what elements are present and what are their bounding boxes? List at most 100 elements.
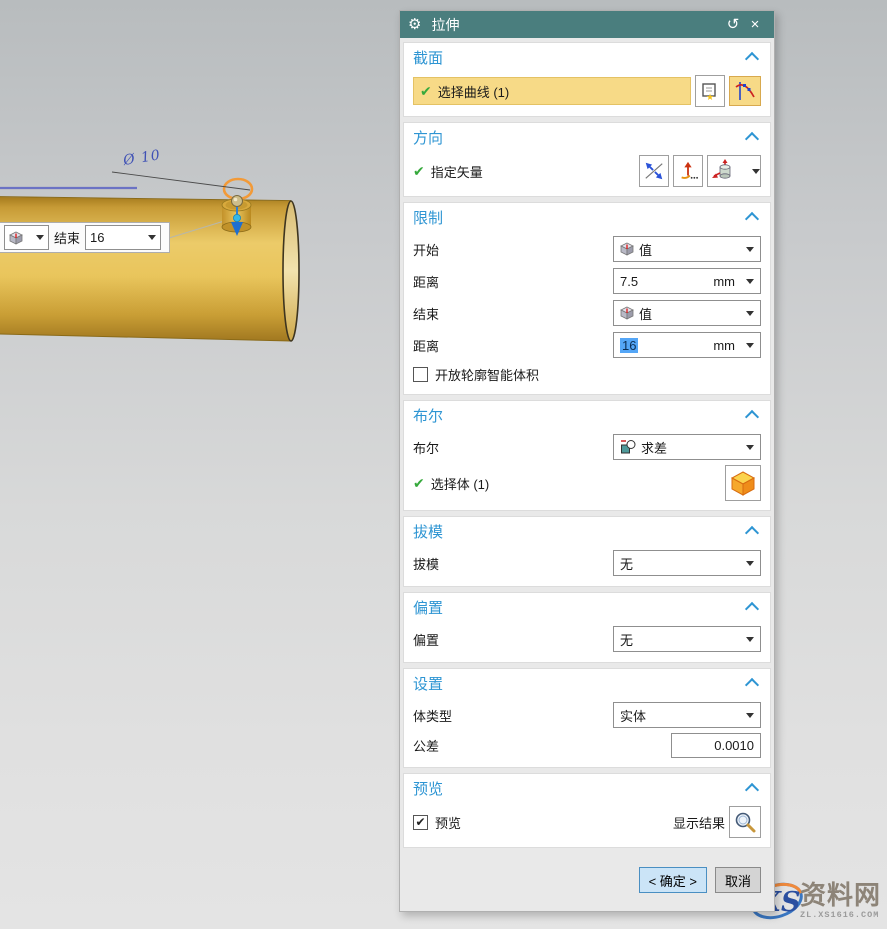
preview-group: 预览 ✔ 预览 显示结果	[403, 773, 771, 848]
select-curve-label: 选择曲线 (1)	[438, 82, 510, 101]
direction-group: 方向 ✔ 指定矢量	[403, 122, 771, 197]
start-row: 开始 值	[413, 235, 761, 263]
chevron-up-icon[interactable]	[745, 212, 759, 226]
boolean-value: 求差	[641, 438, 667, 457]
chevron-up-icon[interactable]	[745, 678, 759, 692]
caret-down-icon	[746, 561, 754, 566]
limits-group-header[interactable]: 限制	[413, 203, 761, 231]
settings-group-header[interactable]: 设置	[413, 669, 761, 697]
caret-down-icon	[148, 235, 156, 240]
limits-group: 限制 开始 值 距离	[403, 202, 771, 395]
start-distance-input[interactable]: 7.5 mm	[613, 268, 761, 294]
select-body-label: 选择体 (1)	[431, 474, 490, 493]
select-curve-field[interactable]: ✔ 选择曲线 (1)	[413, 77, 691, 105]
cylinder-solid[interactable]	[0, 197, 299, 341]
show-result-button[interactable]	[729, 806, 761, 838]
end-label: 结束	[54, 228, 80, 247]
chevron-up-icon[interactable]	[745, 410, 759, 424]
caret-down-icon	[36, 235, 44, 240]
boolean-label: 布尔	[413, 438, 439, 457]
start-distance-value: 7.5	[620, 274, 638, 289]
start-label: 开始	[413, 240, 439, 259]
vector-type-icon	[708, 159, 738, 183]
draft-group-header[interactable]: 拔模	[413, 517, 761, 545]
body-type-dropdown[interactable]: 实体	[613, 702, 761, 728]
start-distance-unit: mm	[713, 274, 735, 289]
draft-dropdown[interactable]: 无	[613, 550, 761, 576]
boolean-group-header[interactable]: 布尔	[413, 401, 761, 429]
caret-down-icon	[746, 713, 754, 718]
chevron-up-icon[interactable]	[745, 526, 759, 540]
end-distance-input[interactable]: 16	[85, 225, 161, 250]
preview-checkbox[interactable]: ✔	[413, 815, 428, 830]
vector-dialog-button[interactable]	[673, 155, 703, 187]
chevron-up-icon[interactable]	[745, 783, 759, 797]
caret-down-icon	[746, 637, 754, 642]
boolean-dropdown[interactable]: 求差	[613, 434, 761, 460]
cube-icon	[620, 306, 634, 320]
body-type-value: 实体	[620, 706, 646, 725]
reset-icon[interactable]: ↺	[722, 17, 744, 32]
select-body-button[interactable]	[725, 465, 761, 501]
ok-button[interactable]: < 确定 >	[639, 867, 707, 893]
dimension-label[interactable]: Ø 10	[121, 147, 162, 169]
caret-down-icon	[746, 247, 754, 252]
chevron-up-icon[interactable]	[745, 52, 759, 66]
section-group-header[interactable]: 截面	[413, 43, 761, 71]
body-type-label: 体类型	[413, 706, 452, 725]
chevron-up-icon[interactable]	[745, 132, 759, 146]
end-distance-row: 距离 16 mm	[413, 331, 761, 359]
chevron-up-icon[interactable]	[745, 602, 759, 616]
end-distance-input[interactable]: 16 mm	[613, 332, 761, 358]
handle-dot[interactable]	[233, 214, 240, 221]
offset-group-header[interactable]: 偏置	[413, 593, 761, 621]
limits-header-label: 限制	[413, 207, 443, 228]
subtract-icon	[620, 439, 636, 455]
svg-text:★: ★	[706, 92, 714, 100]
check-icon: ✔	[413, 164, 425, 178]
open-profile-checkbox[interactable]	[413, 367, 428, 382]
offset-row: 偏置 无	[413, 625, 761, 653]
sketch-section-icon: ★	[701, 82, 719, 100]
draft-value: 无	[620, 554, 633, 573]
tolerance-value: 0.0010	[714, 738, 754, 753]
offset-dropdown[interactable]: 无	[613, 626, 761, 652]
watermark-site-url: ZL.XS1616.COM	[800, 910, 881, 920]
direction-header-label: 方向	[413, 127, 443, 148]
draft-row: 拔模 无	[413, 549, 761, 577]
direction-group-header[interactable]: 方向	[413, 123, 761, 151]
curve-select-button[interactable]	[729, 76, 761, 106]
tolerance-input[interactable]: 0.0010	[671, 733, 761, 758]
dialog-body: 截面 ✔ 选择曲线 (1) ★	[400, 38, 774, 853]
sketch-section-button[interactable]: ★	[695, 75, 725, 107]
caret-down-icon	[746, 279, 754, 284]
cancel-button[interactable]: 取消	[715, 867, 761, 893]
specify-vector-label: 指定矢量	[431, 162, 483, 181]
end-label: 结束	[413, 304, 439, 323]
end-distance-unit: mm	[713, 338, 735, 353]
start-type-dropdown[interactable]: 值	[613, 236, 761, 262]
end-type-dropdown[interactable]: 值	[613, 300, 761, 326]
boolean-row: 布尔 求差	[413, 433, 761, 461]
select-curve-row: ✔ 选择曲线 (1) ★	[413, 75, 761, 107]
reverse-direction-button[interactable]	[639, 155, 669, 187]
draft-group: 拔模 拔模 无	[403, 516, 771, 587]
vector-type-dropdown[interactable]	[707, 155, 761, 187]
onscreen-input-toolbar: 结束 16	[0, 222, 170, 253]
specify-vector-row: ✔ 指定矢量	[413, 155, 761, 187]
cylinder-end-cap[interactable]	[283, 201, 299, 341]
solid-body-cube-icon	[730, 470, 756, 496]
preview-group-header[interactable]: 预览	[413, 774, 761, 802]
dialog-titlebar[interactable]: ⚙ 拉伸 ↺ ×	[400, 11, 774, 38]
end-type-dropdown[interactable]	[4, 225, 49, 250]
preview-row: ✔ 预览 显示结果	[413, 806, 761, 838]
preview-header-label: 预览	[413, 778, 443, 799]
dialog-footer: < 确定 > 取消	[400, 853, 774, 911]
close-icon[interactable]: ×	[744, 17, 766, 32]
section-header-label: 截面	[413, 47, 443, 68]
end-distance-label: 距离	[413, 336, 439, 355]
cube-icon	[620, 242, 634, 256]
magnifier-icon	[733, 810, 757, 834]
watermark-text: 资料网 ZL.XS1616.COM	[800, 882, 881, 920]
body-type-row: 体类型 实体	[413, 701, 761, 729]
